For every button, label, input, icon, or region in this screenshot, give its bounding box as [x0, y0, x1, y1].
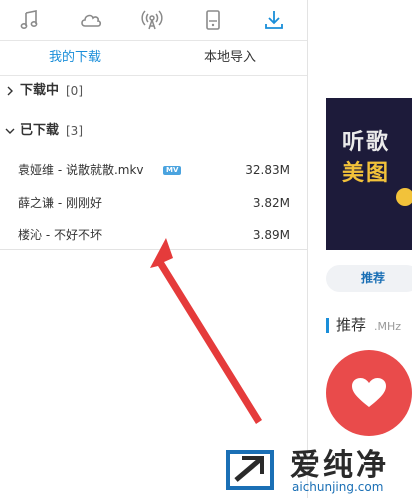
device-tab-button[interactable]: [183, 0, 244, 40]
tab-local-import[interactable]: 本地导入: [155, 41, 305, 75]
recommend-panel: 听歌 美图 推荐 推荐 .MHz: [308, 0, 412, 498]
chevron-right-icon: [7, 86, 13, 96]
file-size: 3.89M: [252, 228, 290, 242]
song-title: 袁娅维 - 说散就散.mkv: [18, 163, 144, 177]
top-icon-bar: [0, 0, 307, 41]
downloaded-section-header[interactable]: 已下载 [3]: [4, 120, 304, 142]
file-size: 32.83M: [245, 163, 290, 177]
downloaded-count: [3]: [66, 124, 83, 138]
banner-line-1: 听歌: [342, 130, 391, 155]
banner-dot: [396, 188, 412, 206]
watermark: 爱纯净 aichunjing.com: [222, 440, 412, 498]
watermark-url: aichunjing.com: [292, 480, 384, 494]
recommend-heading-sub: .MHz: [374, 320, 402, 333]
list-item[interactable]: 薛之谦 - 刚刚好 3.82M: [0, 189, 307, 217]
mv-badge: MV: [163, 166, 182, 175]
recommend-heading-title: 推荐: [336, 316, 367, 334]
file-size: 3.82M: [252, 196, 290, 210]
music-tab-button[interactable]: [0, 0, 61, 40]
chevron-down-icon: [5, 128, 15, 134]
downloading-count: [0]: [66, 84, 83, 98]
favorite-radio-tile[interactable]: [326, 350, 412, 436]
cloud-icon: [81, 14, 102, 27]
download-tab-button[interactable]: [244, 0, 305, 40]
banner-line-2: 美图: [342, 161, 391, 186]
download-panel: 我的下载 本地导入 下载中 [0] 已下载 [3] 袁娅维 - 说散就散.mkv…: [0, 0, 308, 498]
recommend-button[interactable]: 推荐: [326, 265, 412, 292]
heart-icon: [352, 378, 386, 407]
downloaded-label: 已下载: [20, 123, 60, 138]
watermark-logo-icon: [226, 450, 274, 490]
list-divider: [0, 249, 307, 250]
watermark-text: 爱纯净: [290, 448, 389, 483]
tab-my-downloads[interactable]: 我的下载: [0, 41, 150, 75]
song-title: 薛之谦 - 刚刚好: [18, 196, 102, 210]
radio-icon: [141, 10, 163, 30]
music-note-icon: [20, 10, 38, 30]
radio-tab-button[interactable]: [122, 0, 183, 40]
promo-banner[interactable]: 听歌 美图: [326, 98, 412, 250]
song-title: 楼沁 - 不好不坏: [18, 228, 102, 242]
cloud-tab-button[interactable]: [61, 0, 122, 40]
heading-accent-bar: [326, 318, 329, 333]
list-item[interactable]: 楼沁 - 不好不坏 3.89M: [0, 221, 307, 249]
device-icon: [206, 10, 220, 30]
list-item[interactable]: 袁娅维 - 说散就散.mkv MV 32.83M: [0, 156, 307, 184]
download-icon: [265, 11, 283, 29]
download-tabs: 我的下载 本地导入: [0, 41, 307, 76]
downloading-label: 下载中: [20, 83, 60, 98]
downloading-section-header[interactable]: 下载中 [0]: [4, 80, 304, 102]
